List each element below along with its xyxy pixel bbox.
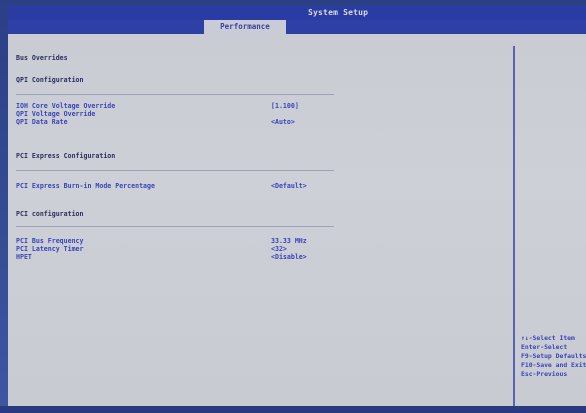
system-title: System Setup (308, 8, 369, 17)
option-pci-bus-frequency[interactable]: PCI Bus Frequency (16, 237, 84, 245)
bottom-border (0, 406, 586, 413)
tab-performance[interactable]: Performance (204, 20, 286, 34)
section-pci-express-configuration: PCI Express Configuration (16, 152, 116, 160)
option-hpet[interactable]: HPET (16, 253, 32, 261)
help-key-f9: F9-Setup Defaults (521, 352, 586, 360)
separator (16, 226, 334, 227)
option-qpi-voltage-override[interactable]: QPI Voltage Override (16, 110, 95, 118)
value-pci-latency-timer[interactable]: <32> (271, 245, 287, 253)
help-key-select-item: ↑↓-Select Item (521, 334, 575, 342)
help-key-f10: F10-Save and Exit (521, 361, 586, 369)
section-bus-overrides: Bus Overrides (16, 54, 68, 62)
option-pcie-burn-in-mode[interactable]: PCI Express Burn-in Mode Percentage (16, 182, 155, 190)
value-pci-bus-frequency[interactable]: 33.33 MHz (271, 237, 307, 245)
option-ioh-core-voltage[interactable]: IOH Core Voltage Override (16, 102, 115, 110)
section-pci-configuration: PCI configuration (16, 210, 84, 218)
option-qpi-data-rate[interactable]: QPI Data Rate (16, 118, 68, 126)
section-qpi-configuration: QPI Configuration (16, 76, 84, 84)
bios-frame: System Setup Performance Bus Overrides Q… (0, 0, 586, 413)
option-pci-latency-timer[interactable]: PCI Latency Timer (16, 245, 84, 253)
value-qpi-data-rate[interactable]: <Auto> (271, 118, 295, 126)
settings-panel: Bus Overrides QPI Configuration IOH Core… (8, 34, 586, 406)
separator (16, 170, 334, 171)
separator (16, 94, 334, 95)
value-hpet[interactable]: <Disable> (271, 253, 307, 261)
help-key-enter: Enter-Select (521, 343, 568, 351)
tab-bar: Performance (8, 20, 586, 34)
title-bar: System Setup (8, 6, 586, 20)
value-pcie-burn-in-mode[interactable]: <Default> (271, 182, 307, 190)
value-ioh-core-voltage[interactable]: [1.100] (271, 102, 299, 110)
help-key-esc: Esc-Previous (521, 370, 568, 378)
panel-divider (513, 46, 515, 406)
